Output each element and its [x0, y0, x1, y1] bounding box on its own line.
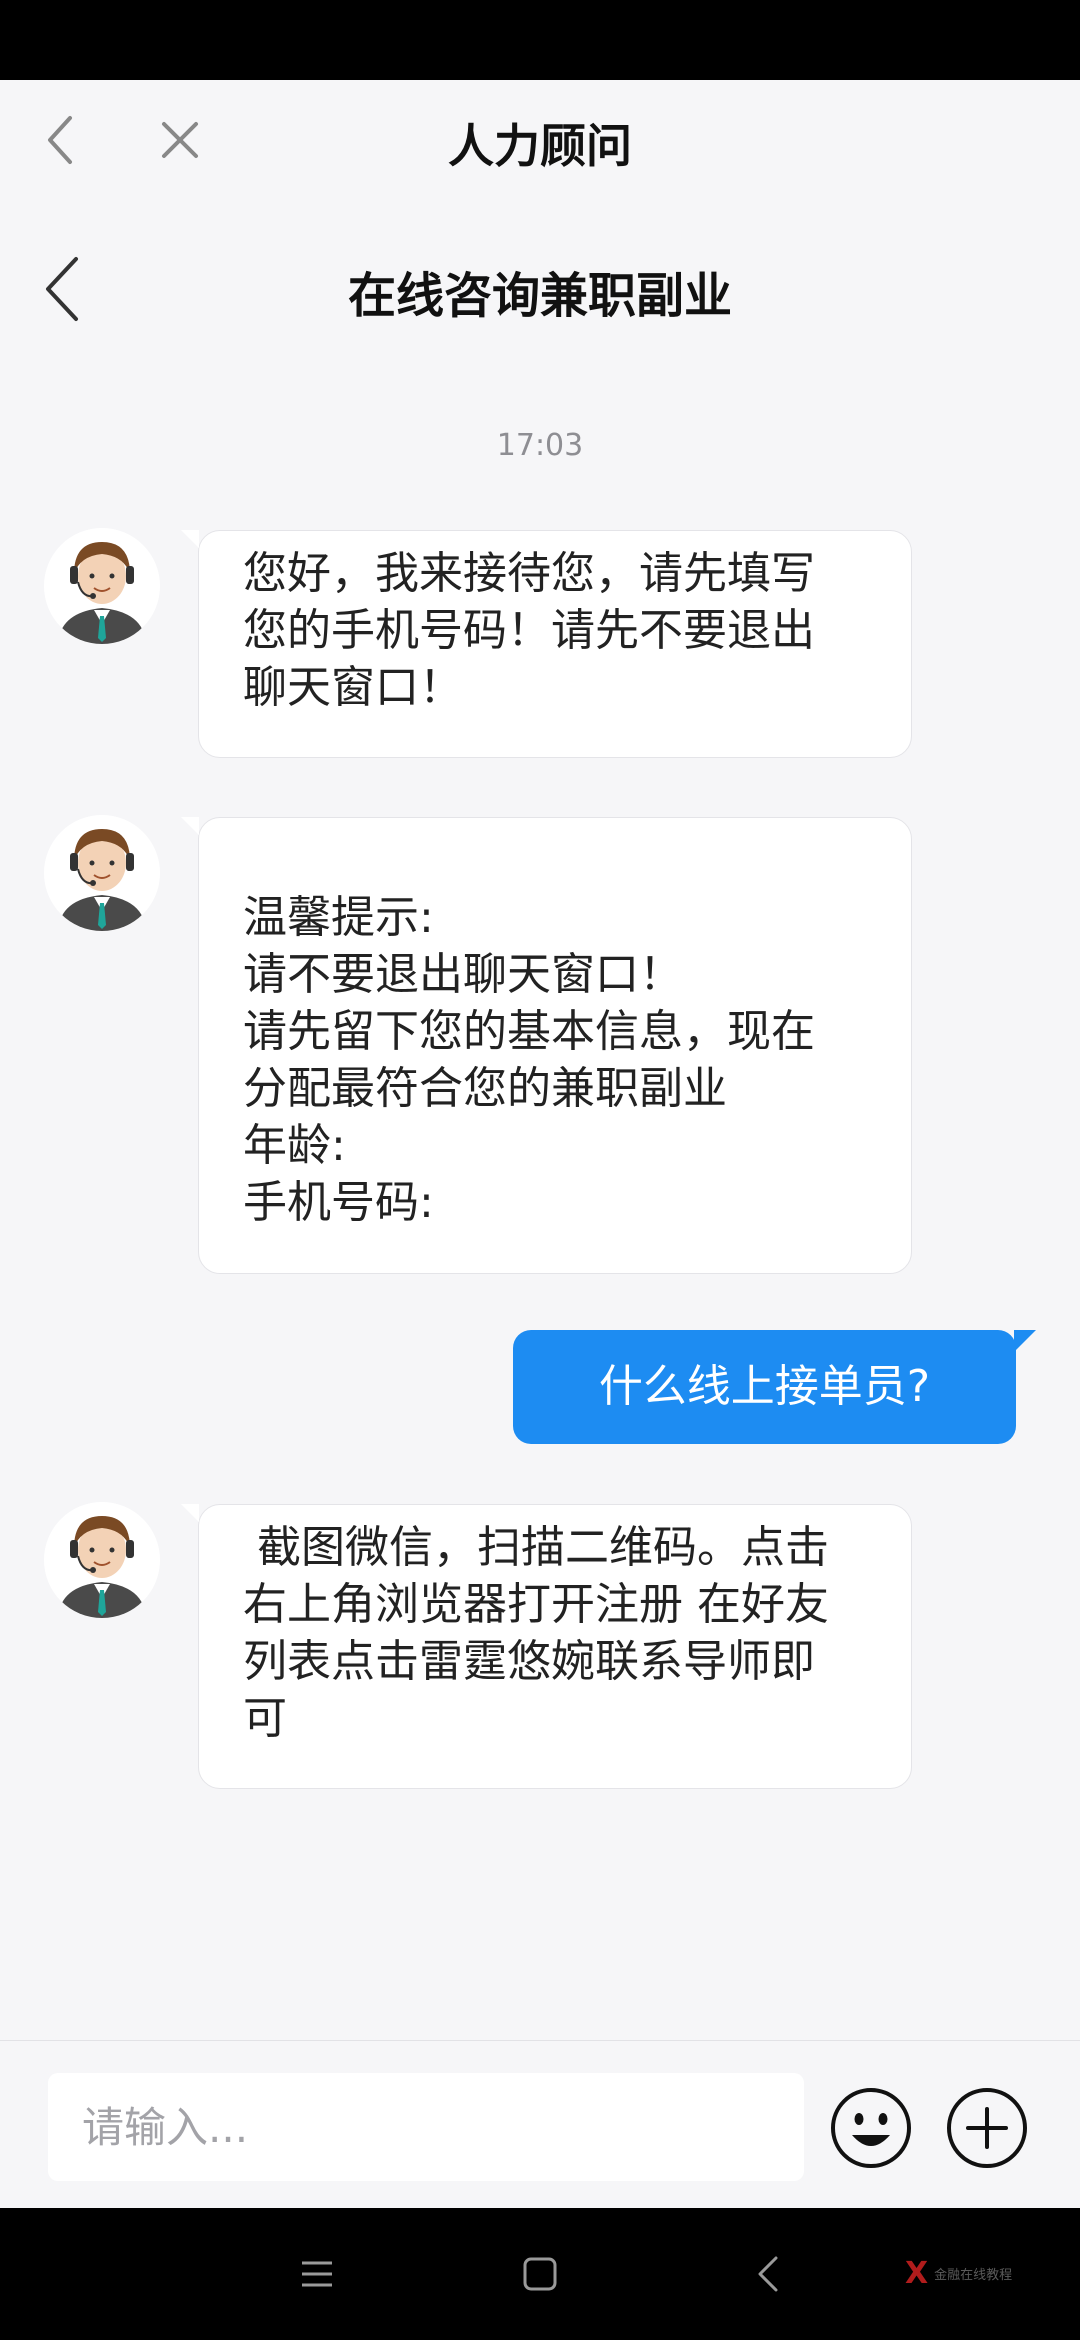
agent-avatar[interactable]: [44, 528, 160, 644]
app-header: 人力顾问: [0, 80, 1080, 202]
incoming-message-bubble[interactable]: 温馨提示: 请不要退出聊天窗口！ 请先留下您的基本信息，现在 分配最符合您的兼职…: [181, 817, 912, 1274]
input-bar: [0, 2040, 1080, 2209]
chat-title: 在线咨询兼职副业: [347, 268, 732, 324]
app-title: 人力顾问: [448, 119, 632, 173]
outgoing-message-bubble[interactable]: 什么线上接单员?: [513, 1330, 1036, 1444]
system-navigation-bar: X 金融在线教程: [0, 2208, 1080, 2340]
watermark-text: 金融在线教程: [934, 2268, 1013, 2283]
square-home-icon[interactable]: [510, 2246, 570, 2302]
agent-avatar[interactable]: [44, 1502, 160, 1618]
status-bar: [0, 0, 1080, 80]
message-input[interactable]: [48, 2073, 804, 2181]
message-timestamp: 17:03: [496, 428, 584, 463]
agent-avatar[interactable]: [44, 815, 160, 931]
watermark-mark: X: [905, 2256, 929, 2291]
chat-header: 在线咨询兼职副业: [0, 210, 1080, 360]
triangle-back-icon[interactable]: [738, 2246, 798, 2302]
plus-circle-icon[interactable]: [944, 2085, 1030, 2171]
incoming-message-bubble[interactable]: 截图微信，扫描二维码。点击 右上角浏览器打开注册 在好友 列表点击雷霆悠婉联系导…: [181, 1504, 912, 1789]
watermark: X 金融在线教程: [905, 2256, 1012, 2291]
menu-icon[interactable]: [287, 2246, 347, 2302]
incoming-message-bubble[interactable]: 您好，我来接待您，请先填写 您的手机号码！请先不要退出 聊天窗口！: [181, 530, 912, 758]
smiley-face-icon[interactable]: [828, 2085, 914, 2171]
